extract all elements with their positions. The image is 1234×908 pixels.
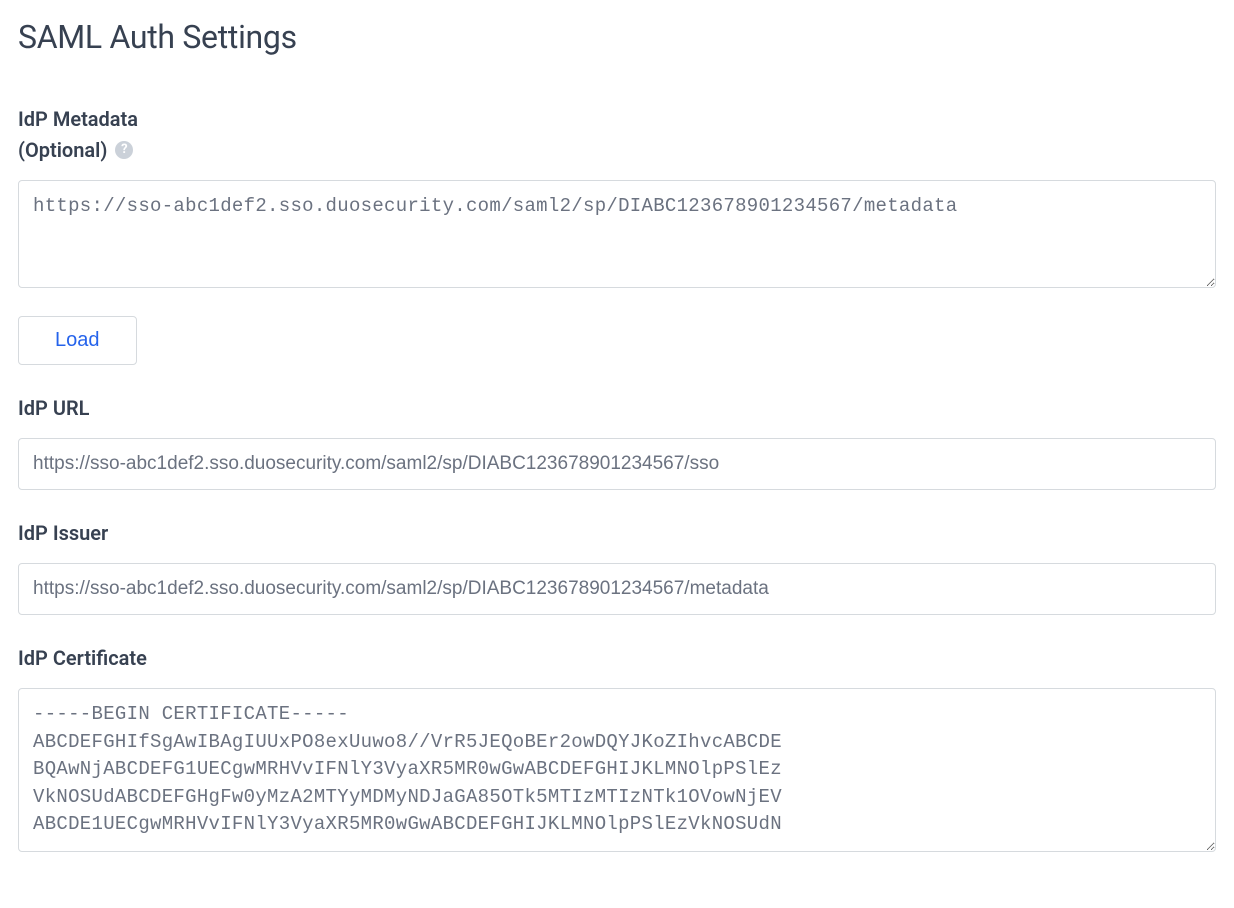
idp-issuer-group: IdP Issuer [18, 518, 1216, 615]
idp-issuer-label: IdP Issuer [18, 518, 1216, 549]
idp-metadata-label: IdP Metadata (Optional) ? [18, 104, 1216, 166]
idp-metadata-label-line1: IdP Metadata [18, 104, 1216, 135]
help-icon[interactable]: ? [115, 141, 133, 159]
idp-issuer-input[interactable] [18, 563, 1216, 615]
idp-url-group: IdP URL [18, 393, 1216, 490]
idp-certificate-input[interactable]: -----BEGIN CERTIFICATE----- ABCDEFGHIfSg… [18, 688, 1216, 852]
idp-metadata-input[interactable]: https://sso-abc1def2.sso.duosecurity.com… [18, 180, 1216, 288]
idp-metadata-group: IdP Metadata (Optional) ? https://sso-ab… [18, 104, 1216, 365]
load-button[interactable]: Load [18, 316, 137, 365]
page-title: SAML Auth Settings [18, 18, 1216, 56]
idp-metadata-label-optional: (Optional) [18, 135, 107, 166]
idp-url-label: IdP URL [18, 393, 1216, 424]
idp-certificate-label: IdP Certificate [18, 643, 1216, 674]
idp-url-input[interactable] [18, 438, 1216, 490]
idp-certificate-group: IdP Certificate -----BEGIN CERTIFICATE--… [18, 643, 1216, 856]
